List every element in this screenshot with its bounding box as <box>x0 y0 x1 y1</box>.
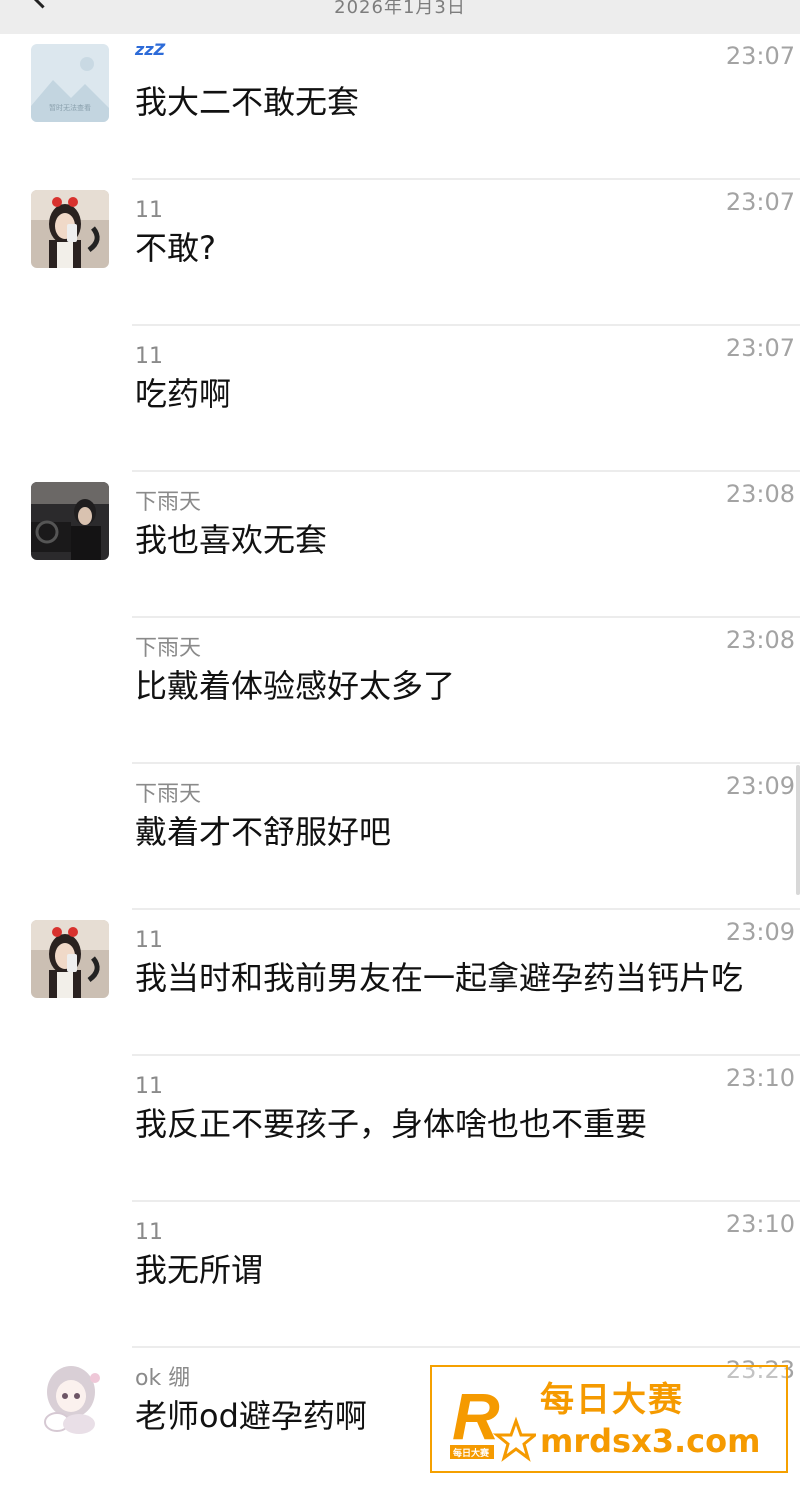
chat-message-row[interactable]: 11 23:09 我当时和我前男友在一起拿避孕药当钙片吃 <box>0 910 800 1056</box>
sender-name: 11 <box>135 928 163 953</box>
avatar[interactable] <box>31 1358 109 1436</box>
message-text: 我大二不敢无套 <box>135 83 360 121</box>
watermark-logo-letter: R <box>452 1379 500 1453</box>
watermark-title: 每日大赛 <box>540 1380 684 1420</box>
image-placeholder-icon: 暂时无法查看 <box>31 44 109 122</box>
message-time: 23:07 <box>725 188 795 216</box>
message-text: 不敢? <box>135 229 216 267</box>
message-time: 23:09 <box>725 772 795 800</box>
avatar-photo-girl-icon <box>31 190 109 268</box>
message-time: 23:09 <box>725 918 795 946</box>
message-time: 23:07 <box>725 334 795 362</box>
sender-name: 11 <box>135 344 163 369</box>
chat-message-row[interactable]: 暂时无法查看 zzZ 23:07 我大二不敢无套 <box>0 34 800 180</box>
message-time: 23:07 <box>725 42 795 70</box>
chat-message-row[interactable]: 11 23:10 我反正不要孩子，身体啥也也不重要 <box>0 1056 800 1202</box>
avatar-photo-girl-icon <box>31 920 109 998</box>
watermark: R 每日大赛 每日大赛 mrdsx3.com <box>430 1365 788 1473</box>
chat-message-row[interactable]: 下雨天 23:09 戴着才不舒服好吧 <box>0 764 800 910</box>
message-time: 23:10 <box>725 1064 795 1092</box>
chat-message-row[interactable]: 下雨天 23:08 比戴着体验感好太多了 <box>0 618 800 764</box>
avatar-photo-car-icon <box>31 482 109 560</box>
message-text: 戴着才不舒服好吧 <box>135 813 392 851</box>
message-text: 我也喜欢无套 <box>135 521 328 559</box>
message-text: 比戴着体验感好太多了 <box>135 667 456 705</box>
placeholder-caption: 暂时无法查看 <box>49 103 91 112</box>
sender-name: ok 绷 <box>135 1366 191 1391</box>
sender-name: 11 <box>135 198 163 223</box>
sender-name: 11 <box>135 1220 163 1245</box>
avatar-anime-girl-icon <box>31 1358 109 1436</box>
watermark-logo-icon: R 每日大赛 <box>450 1379 536 1462</box>
chat-message-row[interactable]: 下雨天 23:08 我也喜欢无套 <box>0 472 800 618</box>
top-bar: 2026年1月3日 <box>0 0 800 34</box>
avatar[interactable]: 暂时无法查看 <box>31 44 109 122</box>
watermark-logo-small-text: 每日大赛 <box>453 1447 490 1459</box>
message-text: 吃药啊 <box>135 375 232 413</box>
chat-message-row[interactable]: 11 23:07 不敢? <box>0 180 800 326</box>
avatar[interactable] <box>31 190 109 268</box>
sender-name: 下雨天 <box>135 782 202 807</box>
watermark-url: mrdsx3.com <box>540 1422 761 1460</box>
message-text: 我反正不要孩子，身体啥也也不重要 <box>135 1105 648 1143</box>
message-time: 23:08 <box>725 480 795 508</box>
chat-message-row[interactable]: 11 23:10 我无所谓 <box>0 1202 800 1348</box>
message-time: 23:08 <box>725 626 795 654</box>
date-header: 2026年1月3日 <box>334 0 466 18</box>
message-text: 老师od避孕药啊 <box>135 1397 367 1435</box>
scrollbar[interactable] <box>796 765 800 895</box>
message-time: 23:10 <box>725 1210 795 1238</box>
sender-name: 下雨天 <box>135 490 202 515</box>
sender-name: 11 <box>135 1074 163 1099</box>
sender-name: 下雨天 <box>135 636 202 661</box>
avatar[interactable] <box>31 920 109 998</box>
message-text: 我当时和我前男友在一起拿避孕药当钙片吃 <box>135 959 744 997</box>
sleeping-zzz-icon: zzZ <box>135 40 166 59</box>
chat-message-row[interactable]: 11 23:07 吃药啊 <box>0 326 800 472</box>
avatar[interactable] <box>31 482 109 560</box>
message-text: 我无所谓 <box>135 1251 264 1289</box>
